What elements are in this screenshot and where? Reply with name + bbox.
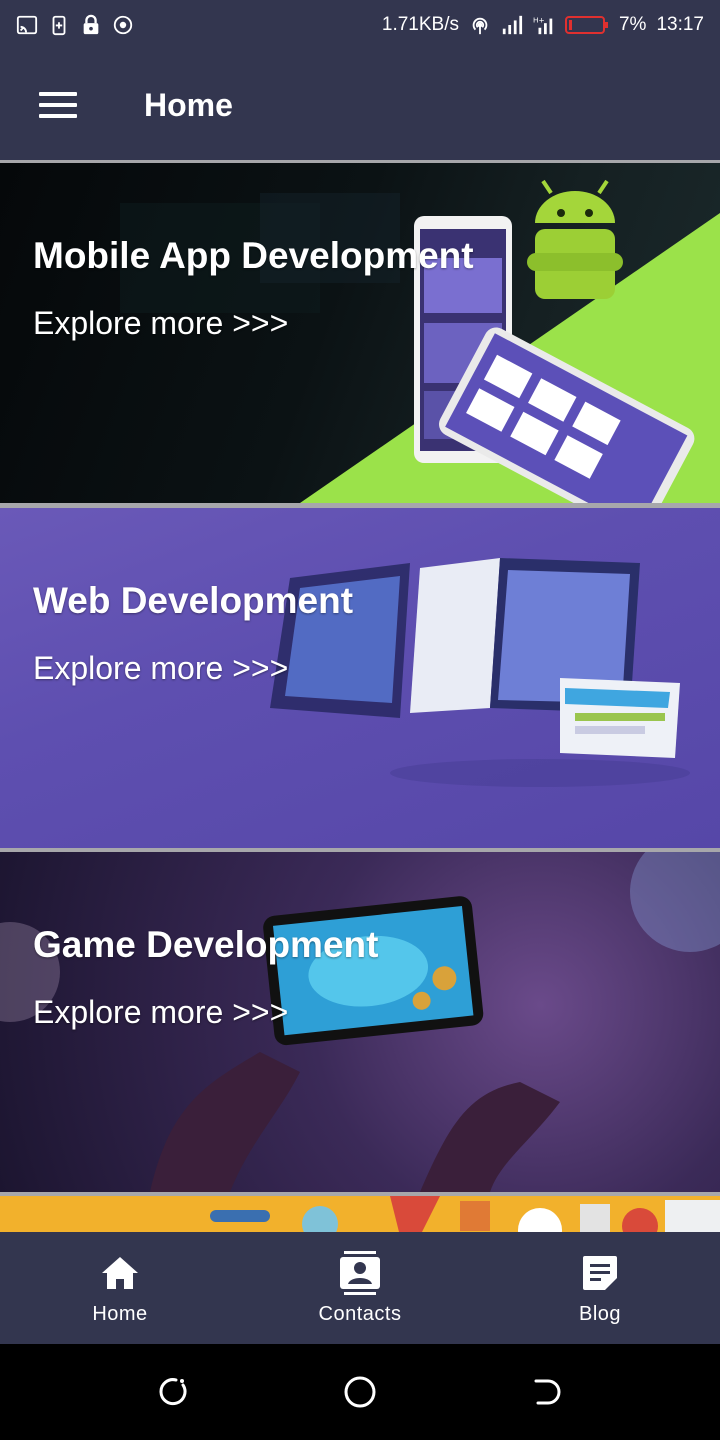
bottom-navigation: Home Contacts Blog <box>0 1232 720 1344</box>
signal-icon <box>502 15 523 35</box>
card-web-development[interactable]: Web Development Explore more >>> <box>0 508 720 848</box>
card-partial-banner[interactable] <box>0 1196 720 1232</box>
clock: 13:17 <box>656 14 704 35</box>
explore-more-link[interactable]: Explore more >>> <box>33 650 288 687</box>
content-list: Mobile App Development Explore more >>> … <box>0 160 720 1232</box>
target-icon <box>113 15 133 35</box>
status-bar: 1.71KB/s H+ 7% 13:17 <box>0 0 720 50</box>
status-left-icons <box>16 14 134 36</box>
battery-icon <box>564 16 608 34</box>
contacts-icon <box>338 1250 382 1295</box>
card-title: Game Development <box>33 924 379 965</box>
signal-h-plus-icon: H+ <box>533 15 553 35</box>
network-speed: 1.71KB/s <box>381 14 459 35</box>
nav-item-home[interactable]: Home <box>0 1232 240 1344</box>
back-icon[interactable] <box>517 1362 577 1422</box>
card-mobile-app-development[interactable]: Mobile App Development Explore more >>> <box>0 163 720 503</box>
status-right: 1.71KB/s H+ 7% 13:17 <box>382 14 704 36</box>
app-bar: Home <box>0 50 720 160</box>
hotspot-icon <box>472 17 488 35</box>
nav-label: Contacts <box>318 1302 402 1325</box>
office-illustration-banner-art <box>210 1196 720 1232</box>
screen: 1.71KB/s H+ 7% 13:17 Home Mobile App Dev… <box>0 0 720 1440</box>
page-title: Home <box>144 86 233 123</box>
lock-icon <box>83 14 99 35</box>
explore-more-link[interactable]: Explore more >>> <box>33 305 288 342</box>
card-title: Mobile App Development <box>33 235 474 276</box>
nav-item-contacts[interactable]: Contacts <box>240 1232 480 1344</box>
battery-saver-icon <box>52 15 66 36</box>
menu-button[interactable] <box>18 65 98 145</box>
card-title: Web Development <box>33 580 354 621</box>
explore-more-link[interactable]: Explore more >>> <box>33 994 288 1031</box>
home-circle-icon[interactable] <box>330 1362 390 1422</box>
svg-text:H+: H+ <box>533 15 545 24</box>
nav-label: Blog <box>578 1302 622 1325</box>
cast-icon <box>16 15 38 35</box>
blog-icon <box>578 1251 622 1295</box>
nav-label: Home <box>92 1302 148 1325</box>
battery-percent: 7% <box>618 14 647 35</box>
system-navigation-bar <box>0 1344 720 1440</box>
recents-icon[interactable] <box>143 1362 203 1422</box>
home-icon <box>98 1251 142 1295</box>
nav-item-blog[interactable]: Blog <box>480 1232 720 1344</box>
hamburger-menu-icon <box>39 92 77 118</box>
card-game-development[interactable]: Game Development Explore more >>> <box>0 852 720 1192</box>
